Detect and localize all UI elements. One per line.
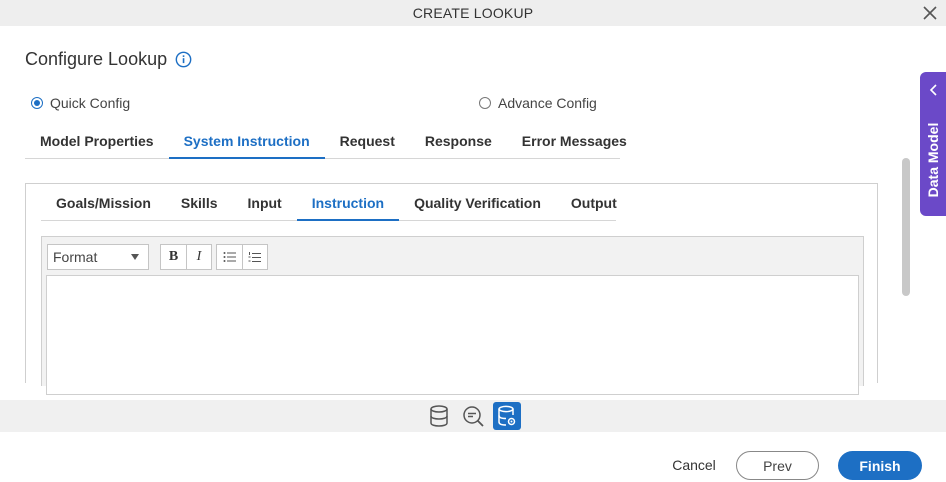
chevron-left-icon bbox=[929, 84, 937, 96]
format-select-value: Format bbox=[53, 249, 98, 265]
bulleted-list-icon bbox=[223, 252, 236, 262]
rich-text-editor: Format B I bbox=[41, 236, 864, 395]
page-title: Configure Lookup bbox=[25, 49, 168, 69]
tab-instruction[interactable]: Instruction bbox=[296, 186, 400, 221]
main-tabs: Model Properties System Instruction Requ… bbox=[25, 124, 627, 159]
instruction-text-area[interactable] bbox=[46, 275, 859, 395]
italic-button[interactable]: I bbox=[186, 245, 211, 269]
radio-unselected-icon bbox=[479, 97, 491, 109]
dialog-title: CREATE LOOKUP bbox=[412, 5, 534, 21]
tab-skills[interactable]: Skills bbox=[166, 186, 233, 220]
lookup-search-button[interactable] bbox=[459, 402, 487, 430]
prev-button[interactable]: Prev bbox=[736, 451, 819, 480]
database-button[interactable] bbox=[425, 402, 453, 430]
tab-system-instruction[interactable]: System Instruction bbox=[168, 124, 325, 159]
bottom-icon-bar bbox=[0, 400, 946, 432]
list-group bbox=[216, 244, 268, 270]
tab-error-messages[interactable]: Error Messages bbox=[507, 124, 642, 158]
finish-button[interactable]: Finish bbox=[838, 451, 922, 480]
tab-output[interactable]: Output bbox=[556, 186, 632, 220]
tab-response[interactable]: Response bbox=[410, 124, 507, 158]
quick-config-radio[interactable]: Quick Config bbox=[31, 95, 130, 111]
bulleted-list-button[interactable] bbox=[217, 245, 242, 269]
tab-input[interactable]: Input bbox=[233, 186, 297, 220]
search-minus-icon bbox=[463, 406, 484, 427]
dialog-titlebar: CREATE LOOKUP bbox=[0, 0, 946, 26]
tab-request[interactable]: Request bbox=[325, 124, 410, 158]
cancel-button[interactable]: Cancel bbox=[666, 451, 722, 479]
quick-config-label: Quick Config bbox=[50, 95, 131, 111]
advance-config-label: Advance Config bbox=[498, 95, 597, 111]
bold-button[interactable]: B bbox=[161, 245, 186, 269]
close-icon[interactable] bbox=[920, 3, 940, 23]
database-settings-icon bbox=[498, 405, 516, 426]
tab-quality-verification[interactable]: Quality Verification bbox=[399, 186, 556, 220]
advance-config-radio[interactable]: Advance Config bbox=[479, 95, 597, 111]
radio-selected-icon bbox=[31, 97, 43, 109]
info-icon[interactable] bbox=[175, 51, 192, 68]
tab-goals-mission[interactable]: Goals/Mission bbox=[41, 186, 166, 220]
database-icon bbox=[430, 405, 448, 427]
data-model-label: Data Model bbox=[925, 122, 941, 198]
database-settings-button[interactable] bbox=[493, 402, 521, 430]
numbered-list-icon bbox=[248, 251, 261, 262]
text-style-group: B I bbox=[160, 244, 212, 270]
sub-tabs: Goals/Mission Skills Input Instruction Q… bbox=[41, 186, 617, 221]
numbered-list-button[interactable] bbox=[242, 245, 267, 269]
vertical-scrollbar[interactable] bbox=[902, 158, 910, 296]
data-model-side-tab[interactable]: Data Model bbox=[920, 72, 946, 216]
tab-model-properties[interactable]: Model Properties bbox=[25, 124, 169, 158]
format-select[interactable]: Format bbox=[47, 244, 149, 270]
caret-down-icon bbox=[131, 254, 139, 260]
